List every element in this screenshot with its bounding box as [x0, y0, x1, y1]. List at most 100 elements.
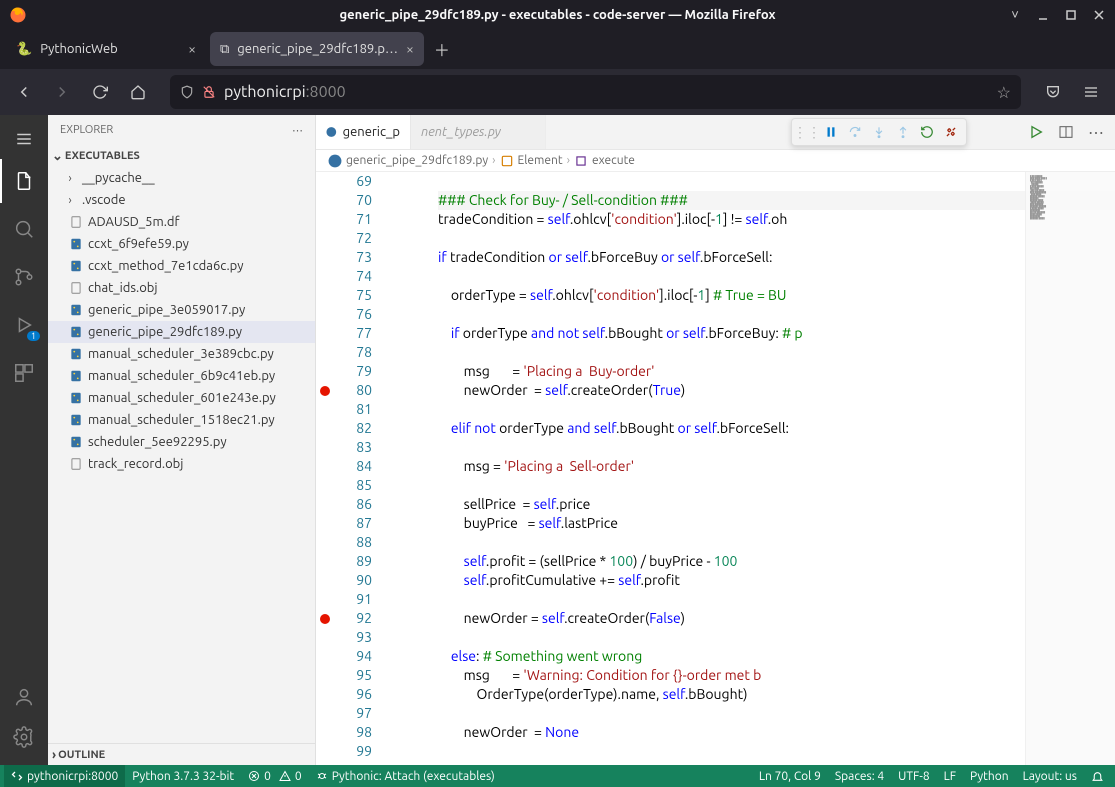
code-line[interactable]: msg = 'Warning: Condition for {}-order m… [438, 666, 1115, 685]
code-line[interactable]: self.profitCumulative += self.profit [438, 571, 1115, 590]
window-minimize-icon[interactable] [1031, 3, 1055, 27]
code-line[interactable] [438, 590, 1115, 609]
new-tab-button[interactable]: ＋ [428, 35, 456, 63]
code-content[interactable]: ### Check for Buy- / Sell-condition ###t… [438, 172, 1115, 765]
code-editor[interactable]: 6970717273747576777879808182838485868788… [316, 172, 1115, 765]
code-line[interactable] [438, 229, 1115, 248]
home-button[interactable] [122, 76, 154, 108]
forward-button[interactable] [46, 76, 78, 108]
code-line[interactable]: orderType = self.ohlcv['condition'].iloc… [438, 286, 1115, 305]
browser-tab-pythonicweb[interactable]: 🐍 PythonicWeb × [6, 32, 206, 66]
status-notifications-icon[interactable] [1084, 765, 1111, 787]
url-bar[interactable]: pythonicrpi:8000 ☆ [170, 75, 1021, 109]
file-item[interactable]: ADAUSD_5m.df [48, 211, 315, 233]
editor-more-button[interactable]: ⋯ [1085, 121, 1107, 143]
code-line[interactable] [438, 267, 1115, 286]
code-line[interactable]: self.profit = (sellPrice * 100) / buyPri… [438, 552, 1115, 571]
code-line[interactable]: msg = 'Placing a Buy-order' [438, 362, 1115, 381]
debug-toolbar[interactable]: ⋮⋮ [791, 118, 967, 146]
status-cursor-position[interactable]: Ln 70, Col 9 [752, 765, 828, 787]
hamburger-menu-button[interactable] [0, 123, 48, 155]
activity-search-icon[interactable] [0, 207, 48, 251]
breakpoint-marker[interactable] [320, 386, 330, 396]
file-item[interactable]: generic_pipe_29dfc189.py [48, 321, 315, 343]
code-line[interactable] [438, 476, 1115, 495]
editor-tab-generic-pipe[interactable]: generic_p [316, 115, 411, 149]
code-line[interactable]: if tradeCondition or self.bForceBuy or s… [438, 248, 1115, 267]
folder-item[interactable]: ›.vscode [48, 189, 315, 211]
debug-disconnect-button[interactable] [940, 121, 962, 143]
line-number-gutter[interactable]: 6970717273747576777879808182838485868788… [334, 172, 376, 765]
code-line[interactable] [438, 628, 1115, 647]
close-icon[interactable]: × [188, 41, 196, 57]
code-line[interactable] [438, 305, 1115, 324]
code-line[interactable]: newOrder = None [438, 723, 1115, 742]
debug-pause-button[interactable] [820, 121, 842, 143]
debug-drag-handle[interactable]: ⋮⋮ [796, 121, 818, 143]
code-line[interactable] [438, 742, 1115, 761]
code-line[interactable]: OrderType(orderType).name, self.bBought) [438, 685, 1115, 704]
code-line[interactable]: newOrder = self.createOrder(True) [438, 381, 1115, 400]
code-line[interactable]: buyPrice = self.lastPrice [438, 514, 1115, 533]
activity-explorer-icon[interactable] [0, 159, 48, 203]
split-editor-button[interactable] [1055, 121, 1077, 143]
activity-account-icon[interactable] [0, 677, 48, 717]
file-item[interactable]: manual_scheduler_601e243e.py [48, 387, 315, 409]
browser-tab-code-server[interactable]: ⧉ generic_pipe_29dfc189.p… × [210, 32, 424, 66]
file-item[interactable]: ccxt_method_7e1cda6c.py [48, 255, 315, 277]
file-item[interactable]: chat_ids.obj [48, 277, 315, 299]
code-line[interactable] [438, 438, 1115, 457]
code-line[interactable]: tradeCondition = self.ohlcv['condition']… [438, 210, 1115, 229]
activity-settings-icon[interactable] [0, 717, 48, 757]
bookmark-star-icon[interactable]: ☆ [997, 83, 1011, 102]
code-line[interactable]: else: # Something went wrong [438, 647, 1115, 666]
section-header-executables[interactable]: ⌄ EXECUTABLES [48, 145, 315, 167]
file-item[interactable]: manual_scheduler_3e389cbc.py [48, 343, 315, 365]
code-line[interactable] [438, 533, 1115, 552]
activity-extensions-icon[interactable] [0, 351, 48, 395]
minimap[interactable]: █ ██ ████████ ████ ███ ██ ██ █ ██ █ ██ █… [1025, 172, 1115, 765]
breakpoint-gutter[interactable] [316, 172, 334, 765]
debug-step-out-button[interactable] [892, 121, 914, 143]
file-item[interactable]: generic_pipe_3e059017.py [48, 299, 315, 321]
code-line[interactable] [438, 172, 1115, 191]
file-item[interactable]: manual_scheduler_1518ec21.py [48, 409, 315, 431]
fold-gutter[interactable] [376, 172, 438, 765]
activity-debug-icon[interactable]: 1 [0, 303, 48, 347]
status-keyboard-layout[interactable]: Layout: us [1016, 765, 1084, 787]
status-indent[interactable]: Spaces: 4 [828, 765, 891, 787]
editor-tab-element-types[interactable]: nent_types.py [411, 115, 546, 149]
status-python-interpreter[interactable]: Python 3.7.3 32-bit [125, 765, 241, 787]
window-close-icon[interactable] [1087, 3, 1111, 27]
file-item[interactable]: ccxt_6f9efe59.py [48, 233, 315, 255]
reload-button[interactable] [84, 76, 116, 108]
status-eol[interactable]: LF [937, 765, 963, 787]
status-language[interactable]: Python [963, 765, 1016, 787]
close-icon[interactable]: × [406, 41, 414, 57]
code-line[interactable] [438, 343, 1115, 362]
pocket-icon[interactable] [1037, 76, 1069, 108]
debug-restart-button[interactable] [916, 121, 938, 143]
breadcrumb-item[interactable]: Element [518, 154, 563, 167]
debug-step-over-button[interactable] [844, 121, 866, 143]
code-line[interactable]: msg = 'Placing a Sell-order' [438, 457, 1115, 476]
status-problems[interactable]: 0 0 [241, 765, 309, 787]
breakpoint-marker[interactable] [320, 614, 330, 624]
code-line[interactable]: sellPrice = self.price [438, 495, 1115, 514]
code-line[interactable]: elif not orderType and self.bBought or s… [438, 419, 1115, 438]
code-line[interactable] [438, 704, 1115, 723]
status-encoding[interactable]: UTF-8 [891, 765, 936, 787]
debug-step-into-button[interactable] [868, 121, 890, 143]
code-line[interactable] [438, 400, 1115, 419]
folder-item[interactable]: ›__pycache__ [48, 167, 315, 189]
window-keep-on-top-icon[interactable]: ˅ [1003, 3, 1027, 27]
code-line[interactable]: if orderType and not self.bBought or sel… [438, 324, 1115, 343]
file-item[interactable]: scheduler_5ee92295.py [48, 431, 315, 453]
activity-scm-icon[interactable] [0, 255, 48, 299]
explorer-more-icon[interactable]: ⋯ [292, 124, 303, 137]
back-button[interactable] [8, 76, 40, 108]
window-maximize-icon[interactable] [1059, 3, 1083, 27]
breadcrumb-item[interactable]: generic_pipe_29dfc189.py [346, 154, 488, 167]
breadcrumbs[interactable]: generic_pipe_29dfc189.py › Element › exe… [316, 150, 1115, 172]
code-line[interactable]: newOrder = self.createOrder(False) [438, 609, 1115, 628]
